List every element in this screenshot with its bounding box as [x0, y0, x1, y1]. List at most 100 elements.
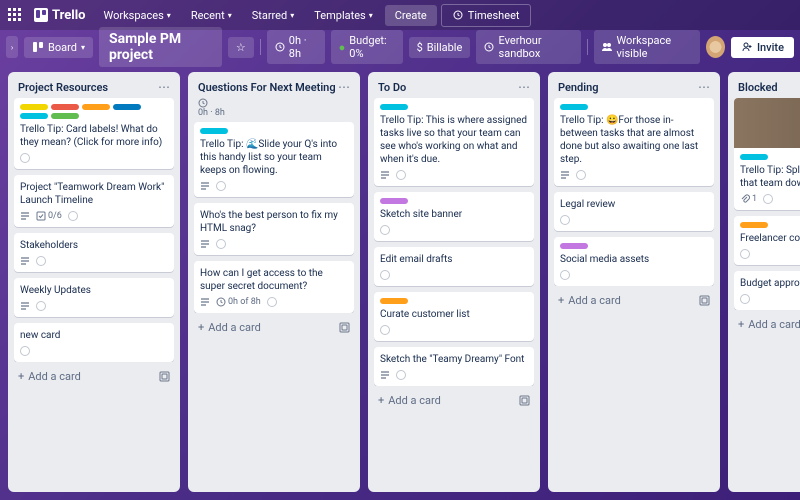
billable-pill[interactable]: $Billable: [409, 37, 471, 58]
timer-badge[interactable]: [36, 256, 46, 266]
timer-badge[interactable]: [740, 249, 750, 259]
card[interactable]: Legal review: [554, 192, 714, 231]
label[interactable]: [51, 113, 79, 119]
add-card-button[interactable]: +Add a card: [554, 290, 714, 311]
budget-pill[interactable]: ●Budget: 0%: [331, 30, 403, 64]
label[interactable]: [200, 128, 228, 134]
card-labels: [380, 104, 528, 110]
card[interactable]: Freelancer contra: [734, 216, 800, 265]
label[interactable]: [113, 104, 141, 110]
timer-badge[interactable]: [396, 170, 406, 180]
card[interactable]: Trello Tip: 🌊Slide your Q's into this ha…: [194, 122, 354, 197]
timer-badge[interactable]: [36, 301, 46, 311]
add-card-button[interactable]: +Add a card: [734, 314, 800, 335]
timer-badge[interactable]: [68, 211, 78, 221]
timer-badge[interactable]: [267, 297, 277, 307]
description-badge: [200, 239, 210, 249]
nav-recent[interactable]: Recent▾: [183, 5, 240, 26]
nav-starred[interactable]: Starred▾: [244, 5, 303, 26]
checklist-badge: 0/6: [36, 211, 62, 221]
card[interactable]: Budget approval: [734, 271, 800, 310]
timer-badge[interactable]: [216, 181, 226, 191]
star-button[interactable]: ☆: [228, 37, 254, 58]
list-menu-icon[interactable]: ⋯: [158, 80, 170, 94]
label[interactable]: [20, 113, 48, 119]
list-title[interactable]: To Do: [378, 81, 406, 94]
card[interactable]: How can I get access to the super secret…: [194, 261, 354, 313]
card[interactable]: Sketch site banner: [374, 192, 534, 241]
list-title[interactable]: Pending: [558, 81, 599, 94]
list-menu-icon[interactable]: ⋯: [338, 80, 350, 94]
timer-badge[interactable]: [560, 215, 570, 225]
template-icon[interactable]: [518, 395, 530, 407]
timer-badge[interactable]: [763, 194, 773, 204]
nav-workspaces[interactable]: Workspaces▾: [96, 5, 179, 26]
create-button[interactable]: Create: [385, 5, 437, 26]
card[interactable]: Trello Tip: This is where assigned tasks…: [374, 98, 534, 186]
label[interactable]: [380, 198, 408, 204]
timer-badge[interactable]: [380, 225, 390, 235]
timer-badge[interactable]: [740, 294, 750, 304]
list-menu-icon[interactable]: ⋯: [698, 80, 710, 94]
trello-logo[interactable]: Trello: [28, 8, 92, 23]
timer-badge[interactable]: [576, 170, 586, 180]
list-menu-icon[interactable]: ⋯: [518, 80, 530, 94]
label[interactable]: [380, 104, 408, 110]
timer-badge[interactable]: [20, 346, 30, 356]
card[interactable]: Trello Tip: 😀For those in-between tasks …: [554, 98, 714, 186]
timer-badge[interactable]: [380, 325, 390, 335]
add-card-button[interactable]: +Add a card: [374, 390, 534, 411]
visibility-button[interactable]: Workspace visible: [594, 30, 700, 64]
timer-badge[interactable]: [216, 239, 226, 249]
dot-icon: ●: [339, 41, 346, 54]
expand-sidebar-button[interactable]: ›: [6, 36, 18, 58]
template-icon[interactable]: [698, 295, 710, 307]
list-title[interactable]: Blocked: [738, 81, 778, 94]
add-card-button[interactable]: +Add a card: [14, 366, 174, 387]
card[interactable]: Sketch the "Teamy Dreamy" Font: [374, 347, 534, 386]
template-icon[interactable]: [158, 371, 170, 383]
list-title[interactable]: Project Resources: [18, 81, 108, 94]
card[interactable]: Social media assets: [554, 237, 714, 286]
list-title[interactable]: Questions For Next Meeting: [198, 81, 336, 94]
card[interactable]: Who's the best person to fix my HTML sna…: [194, 203, 354, 255]
timesheet-button[interactable]: Timesheet: [441, 4, 531, 27]
label[interactable]: [560, 243, 588, 249]
timer-badge[interactable]: [20, 153, 30, 163]
nav-templates[interactable]: Templates▾: [306, 5, 380, 26]
sandbox-pill[interactable]: Everhour sandbox: [476, 30, 581, 64]
description-badge: [200, 297, 210, 307]
template-icon[interactable]: [338, 322, 350, 334]
card[interactable]: Project "Teamwork Dream Work" Launch Tim…: [14, 175, 174, 227]
card[interactable]: Trello Tip: Splash heavy issues that tea…: [734, 98, 800, 210]
list: Pending ⋯ Trello Tip: 😀For those in-betwee…: [548, 72, 720, 492]
invite-button[interactable]: Invite: [731, 37, 794, 58]
label[interactable]: [740, 154, 768, 160]
time-tracking-pill[interactable]: 0h · 8h: [267, 30, 325, 64]
card[interactable]: Weekly Updates: [14, 278, 174, 317]
timer-badge[interactable]: [380, 270, 390, 280]
label[interactable]: [740, 222, 768, 228]
card[interactable]: Stakeholders: [14, 233, 174, 272]
label[interactable]: [82, 104, 110, 110]
card[interactable]: Trello Tip: Card labels! What do they me…: [14, 98, 174, 169]
add-card-button[interactable]: +Add a card: [194, 317, 354, 338]
list: Questions For Next Meeting⋯ 0h · 8hTrell…: [188, 72, 360, 492]
card-title: Trello Tip: Splash heavy issues that tea…: [740, 164, 800, 190]
card[interactable]: new card: [14, 323, 174, 362]
timer-badge[interactable]: [560, 270, 570, 280]
label[interactable]: [20, 104, 48, 110]
board-view-button[interactable]: Board▾: [24, 37, 93, 58]
card[interactable]: Edit email drafts: [374, 247, 534, 286]
label[interactable]: [380, 298, 408, 304]
board-title[interactable]: Sample PM project: [99, 27, 222, 67]
member-avatar[interactable]: [706, 36, 725, 58]
card-labels: [200, 128, 348, 134]
timer-badge[interactable]: [396, 370, 406, 380]
chevron-down-icon: ▾: [369, 11, 373, 20]
apps-menu-icon[interactable]: [6, 6, 24, 24]
plus-icon: +: [18, 370, 24, 383]
card[interactable]: Curate customer list: [374, 292, 534, 341]
label[interactable]: [51, 104, 79, 110]
label[interactable]: [560, 104, 588, 110]
